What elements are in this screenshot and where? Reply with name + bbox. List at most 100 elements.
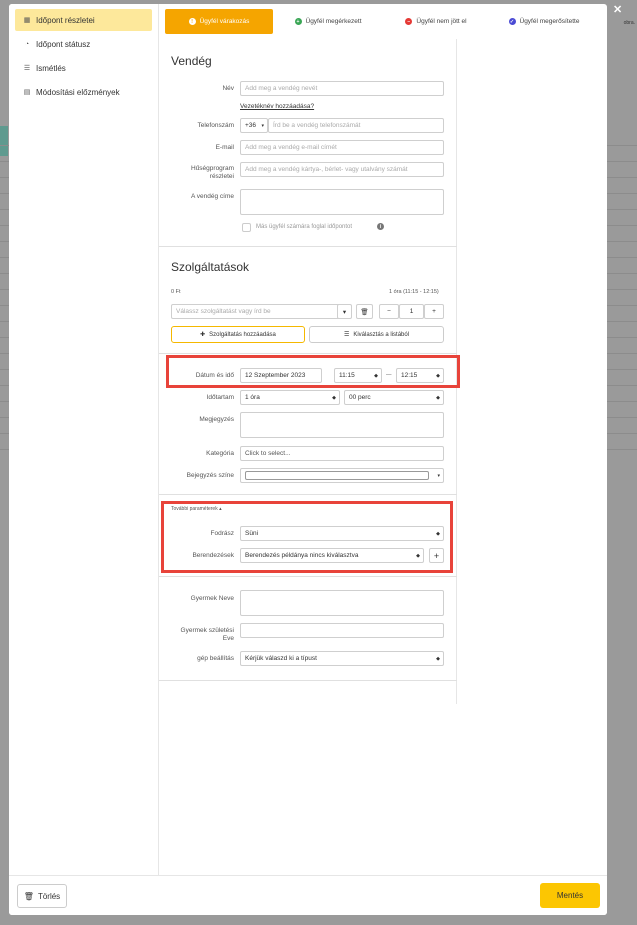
minus-icon: − [387,308,391,315]
close-icon[interactable]: ✕ [613,3,622,16]
from-list-label: Kiválasztás a listából [353,331,410,338]
list-icon: ☰ [343,332,350,338]
phone-prefix-select[interactable]: +36 ▾ [240,118,268,133]
delete-service-button[interactable]: 🗑 [356,304,373,319]
color-label: Bejegyzés színe [186,472,234,479]
phone-prefix-value: +36 [245,122,257,129]
service-dropdown-button[interactable]: ▾ [337,304,352,319]
loyalty-label: Hűségprogram részletei [191,165,234,180]
guest-title: Vendég [171,54,212,68]
add-surname-link[interactable]: Vezetéknév hozzáadása? [240,103,314,110]
tab-no-show[interactable]: − Ügyfél nem jött el [383,9,489,34]
service-select-input[interactable]: Válassz szolgáltatást vagy írd be [171,304,343,319]
minus-circle-icon: − [405,18,413,25]
quantity-input[interactable]: 1 [399,304,424,319]
name-label: Név [222,85,234,92]
sidebar-item-history[interactable]: ▤ Módosítási előzmények [15,81,152,103]
plus-circle-icon: + [294,18,302,25]
color-select[interactable]: ▾ [240,468,444,483]
sidebar-item-label: Ismétlés [36,63,66,73]
duration-label: Időtartam [206,394,234,401]
highlight-params [161,501,453,573]
tab-label: Ügyfél várakozás [199,18,250,25]
sidebar-item-details[interactable]: ▦ Időpont részletei [15,9,152,31]
add-service-button[interactable]: ✚ Szolgáltatás hozzáadása [171,326,305,343]
document-icon: ▤ [23,89,31,96]
clock-icon: ◔ [24,40,30,48]
child-birth-input[interactable] [240,623,444,638]
note-label: Megjegyzés [199,416,234,423]
highlight-date-time [166,355,460,388]
add-service-label: Szolgáltatás hozzáadása [209,331,276,338]
child-birth-label: Gyermek születési Eve [180,627,234,642]
tab-label: Ügyfél megérkezett [305,18,362,25]
delete-label: Törlés [37,891,61,901]
email-input[interactable]: Add meg a vendég e-mail címét [240,140,444,155]
address-label: A vendég címe [191,193,234,200]
chevron-updown-icon: ◆ [332,394,336,401]
sidebar-item-label: Módosítási előzmények [36,87,120,97]
loyalty-input[interactable]: Add meg a vendég kártya-, bérlet- vagy u… [240,162,444,177]
alert-icon: ! [188,18,196,25]
save-button[interactable]: Mentés [540,883,600,908]
chevron-updown-icon: ◆ [436,655,440,662]
plus-icon: ✚ [200,332,206,338]
name-input[interactable]: Add meg a vendég nevét [240,81,444,96]
duration-minutes-select[interactable]: 00 perc ◆ [344,390,444,405]
machine-value: Kérjük válaszd ki a típust [245,655,317,662]
color-swatch [245,471,429,480]
child-name-label: Gyermek Neve [190,595,234,602]
services-price: 0 Ft [171,289,181,295]
address-input[interactable] [240,189,444,215]
sidebar-item-label: Időpont részletei [36,15,95,25]
section-divider [159,353,457,354]
child-name-input[interactable] [240,590,444,616]
section-divider [159,680,457,681]
phone-label: Telefonszám [197,122,235,129]
check-circle-icon: ✓ [508,18,516,25]
quantity-minus-button[interactable]: − [379,304,399,319]
sidebar-item-status[interactable]: ◔ Időpont státusz [15,33,152,55]
machine-label: gép beállítás [197,655,234,662]
note-input[interactable] [240,412,444,438]
chevron-updown-icon: ◆ [436,394,440,401]
category-label: Kategória [206,450,234,457]
tab-label: Ügyfél nem jött el [416,18,467,25]
chevron-down-icon: ▾ [261,122,264,129]
sidebar: ▦ Időpont részletei ◔ Időpont státusz ☰ … [9,4,159,875]
category-select[interactable]: Click to select... [240,446,444,461]
duration-hours-select[interactable]: 1 óra ◆ [240,390,340,405]
other-client-label: Más ügyfél számára foglal időpontot [256,224,353,230]
appointment-modal: ▦ Időpont részletei ◔ Időpont státusz ☰ … [9,4,607,915]
sidebar-item-label: Időpont státusz [36,39,91,49]
machine-select[interactable]: Kérjük válaszd ki a típust ◆ [240,651,444,666]
chevron-down-icon: ▾ [342,308,347,316]
info-icon[interactable]: i [377,223,384,230]
select-from-list-button[interactable]: ☰ Kiválasztás a listából [309,326,444,343]
background-text: obra. [623,20,635,26]
tab-arrived[interactable]: + Ügyfél megérkezett [273,9,383,34]
calendar-icon: ▦ [23,17,31,24]
delete-button[interactable]: 🗑 Törlés [17,884,67,908]
tab-waiting[interactable]: ! Ügyfél várakozás [165,9,273,34]
duration-hours-value: 1 óra [245,394,260,401]
quantity-plus-button[interactable]: + [424,304,444,319]
trash-icon: 🗑 [23,891,34,901]
section-divider [159,246,457,247]
email-label: E-mail [215,144,234,151]
tab-label: Ügyfél megerősítette [519,18,580,25]
services-title: Szolgáltatások [171,260,250,274]
section-divider [159,576,457,577]
other-client-checkbox[interactable] [242,223,251,232]
tab-confirmed[interactable]: ✓ Ügyfél megerősítette [489,9,599,34]
services-duration: 1 óra (11:15 - 12:15) [389,289,439,295]
chevron-down-icon: ▾ [437,472,440,479]
modal-footer: 🗑 Törlés Mentés [9,875,607,915]
phone-input[interactable]: Írd be a vendég telefonszámát [268,118,444,133]
plus-icon: + [432,308,436,315]
list-icon: ☰ [23,65,31,72]
sidebar-item-repeat[interactable]: ☰ Ismétlés [15,57,152,79]
status-tabs: ! Ügyfél várakozás + Ügyfél megérkezett … [165,9,599,34]
duration-minutes-value: 00 perc [349,394,371,401]
section-divider [159,494,457,495]
